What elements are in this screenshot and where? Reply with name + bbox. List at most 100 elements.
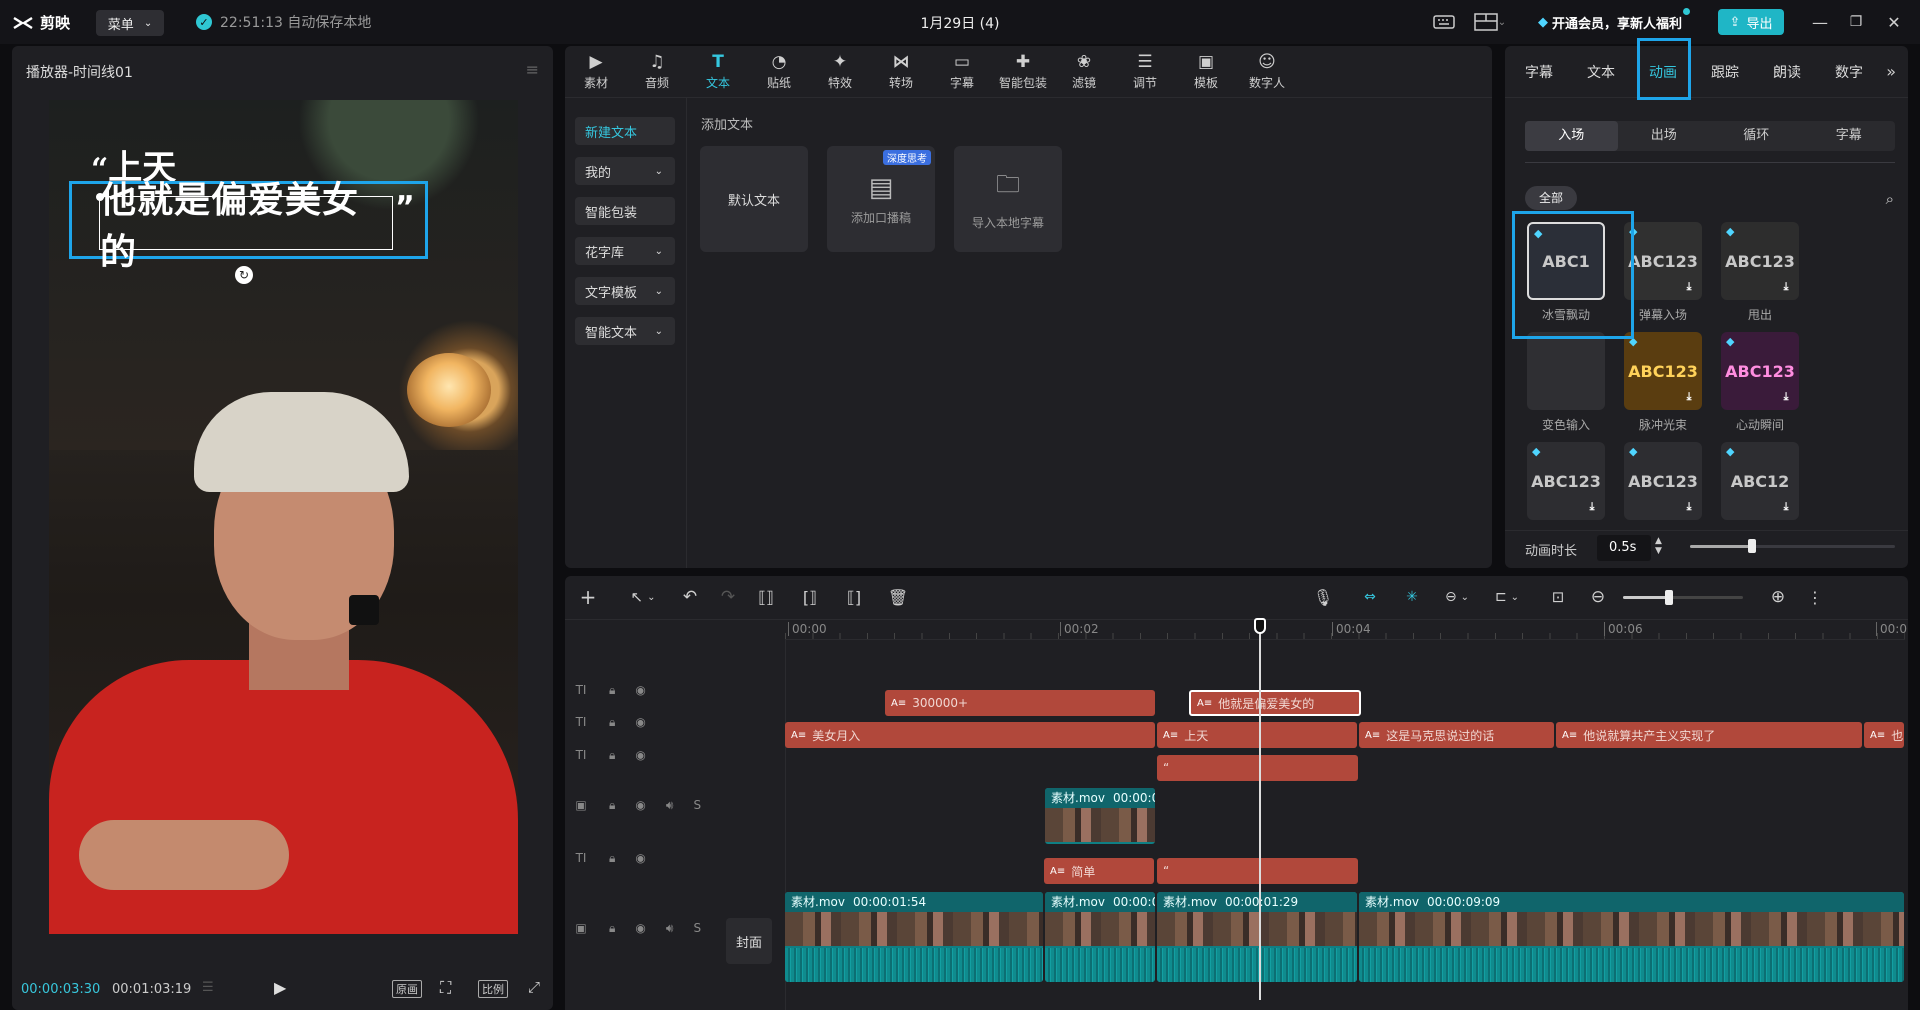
video-preview[interactable]: “上天 他就是偏爱美女的 ” ↻ [49,100,518,934]
tool-adjust[interactable]: ☰ 调节 [1116,52,1174,97]
text-clip[interactable]: A≡ 简单 [1044,858,1154,884]
volume-icon[interactable]: 🔊︎ [666,921,674,936]
solo-icon[interactable]: S [693,798,701,812]
download-icon[interactable]: ⤓ [1779,500,1793,514]
solo-icon[interactable]: S [693,921,701,935]
duration-stepper-icon[interactable]: ▲ ▼ [1655,536,1662,556]
preview-axis-icon[interactable]: ⊏ ⌄ [1487,584,1527,610]
ratio-button[interactable]: 比例 [478,980,508,998]
tab-1[interactable]: 文本 [1587,62,1615,82]
more-options-icon[interactable]: ⋮ [1805,584,1825,610]
sidebar-item-1[interactable]: 我的 ⌄ [575,157,675,185]
zoom-out-icon[interactable]: ⊖ [1585,584,1611,610]
trim-left-icon[interactable]: [⟧ [797,584,823,610]
original-quality-button[interactable]: 原画 [392,980,422,998]
playhead[interactable] [1259,620,1261,1000]
select-tool-icon[interactable]: ↖ ⌄ [623,584,663,610]
add-script-card[interactable]: 深度思考 ▤ 添加口播稿 [827,146,935,252]
video-clip[interactable]: 素材.mov 00:00:01:54 [785,892,1043,982]
tab-5[interactable]: 数字 [1835,62,1863,82]
caption-handle[interactable] [96,193,104,201]
screenshot-fit-icon[interactable]: ⛶ [440,978,451,998]
animation-preset-2[interactable]: ABC123 ◆ ⤓ [1721,222,1799,300]
search-icon[interactable]: ⌕ [1886,190,1894,208]
sidebar-item-5[interactable]: 智能文本 ⌄ [575,317,675,345]
text-clip[interactable]: A≡ 上天 [1157,722,1357,748]
fit-timeline-icon[interactable]: ⊡ [1545,584,1571,610]
video-clip[interactable]: 素材.mov 00:00:09:09 [1359,892,1904,982]
microphone-icon[interactable]: 🎙 [1310,584,1336,610]
trim-right-icon[interactable]: ⟦] [841,584,867,610]
text-clip[interactable]: A≡ 他就是偏爱美女的 [1189,690,1361,716]
player-menu-icon[interactable]: ≡ [526,60,539,79]
shortcut-keyboard-icon[interactable] [1430,10,1458,34]
default-text-card[interactable]: 默认文本 [700,146,808,252]
download-icon[interactable]: ⤓ [1779,280,1793,294]
download-icon[interactable]: ⤓ [1682,280,1696,294]
redo-icon[interactable]: ↷ [715,584,741,610]
duration-slider-handle[interactable] [1747,539,1756,553]
subtab-3[interactable]: 字幕 [1803,121,1896,151]
fullscreen-icon[interactable]: ⤢ [528,978,540,996]
auto-snap-icon[interactable]: ✳ [1397,584,1427,610]
lock-icon[interactable]: 🔒︎ [609,798,615,813]
lock-icon[interactable]: 🔒︎ [609,851,615,866]
download-icon[interactable]: ⤓ [1682,390,1696,404]
add-track-icon[interactable]: + [575,584,601,610]
import-subtitle-card[interactable]: 🗀 导入本地字幕 [954,146,1062,252]
subtab-2[interactable]: 循环 [1710,121,1803,151]
sidebar-item-4[interactable]: 文字模板 ⌄ [575,277,675,305]
download-icon[interactable]: ⤓ [1682,500,1696,514]
menu-button[interactable]: 菜单 ⌄ [96,10,164,36]
timeline-list-icon[interactable]: ☰ [202,980,228,998]
tool-effects[interactable]: ✦ 特效 [811,52,869,97]
cover-button[interactable]: 封面 [726,918,772,964]
text-clip[interactable]: A≡ 他说就算共产主义实现了 [1556,722,1862,748]
eye-icon[interactable]: ◉ [635,748,645,762]
tool-transition[interactable]: ⋈ 转场 [872,52,930,97]
text-clip[interactable]: A≡ 美女月入 [785,722,1155,748]
tool-filter[interactable]: ❀ 滤镜 [1055,52,1113,97]
text-clip[interactable]: A≡ 也 [1864,722,1904,748]
link-icon[interactable]: ⊖ ⌄ [1437,584,1477,610]
eye-icon[interactable]: ◉ [635,715,645,729]
text-clip[interactable]: “ [1157,858,1358,884]
eye-icon[interactable]: ◉ [635,851,645,865]
lock-icon[interactable]: 🔒︎ [609,748,615,763]
animation-preset-6[interactable]: ABC123 ◆ ⤓ [1527,442,1605,520]
sidebar-item-2[interactable]: 智能包装 [575,197,675,225]
restore-icon[interactable]: ❐ [1846,10,1866,34]
vip-promo[interactable]: ◆ 开通会员，享新人福利 [1538,8,1691,34]
eye-icon[interactable]: ◉ [635,683,645,697]
animation-preset-8[interactable]: ABC12 ◆ ⤓ [1721,442,1799,520]
animation-preset-4[interactable]: ABC123 ◆ ⤓ [1624,332,1702,410]
more-tabs-icon[interactable]: » [1886,62,1896,81]
download-icon[interactable]: ⤓ [1779,390,1793,404]
tool-text[interactable]: T 文本 [689,52,747,97]
eye-icon[interactable]: ◉ [635,921,645,935]
subtab-0[interactable]: 入场 [1525,121,1618,151]
tool-template[interactable]: ▣ 模板 [1177,52,1235,97]
video-clip[interactable]: 素材.mov 00:00:0 [1045,892,1155,982]
tab-4[interactable]: 朗读 [1773,62,1801,82]
lock-icon[interactable]: 🔒︎ [609,921,615,936]
eye-icon[interactable]: ◉ [635,798,645,812]
animation-preset-3[interactable] [1527,332,1605,410]
caption-main[interactable]: 他就是偏爱美女的 [99,179,393,273]
undo-icon[interactable]: ↶ [677,584,703,610]
tool-audio[interactable]: ♫ 音频 [628,52,686,97]
video-clip[interactable]: 素材.mov 00:00:0 [1045,788,1155,844]
zoom-in-icon[interactable]: ⊕ [1765,584,1791,610]
zoom-slider[interactable] [1623,590,1743,605]
download-icon[interactable]: ⤓ [1585,500,1599,514]
close-icon[interactable]: ✕ [1884,10,1904,34]
lock-icon[interactable]: 🔒︎ [609,683,615,698]
playhead-handle[interactable] [1254,618,1266,634]
filter-all-chip[interactable]: 全部 [1525,186,1578,210]
sidebar-item-0[interactable]: 新建文本 [575,117,675,145]
layout-icon[interactable]: ⌄ [1470,10,1510,34]
text-clip[interactable]: “ [1157,755,1358,781]
text-clip[interactable]: A≡ 这是马克思说过的话 [1359,722,1554,748]
tool-sticker[interactable]: ◔ 贴纸 [750,52,808,97]
subtab-1[interactable]: 出场 [1618,121,1711,151]
